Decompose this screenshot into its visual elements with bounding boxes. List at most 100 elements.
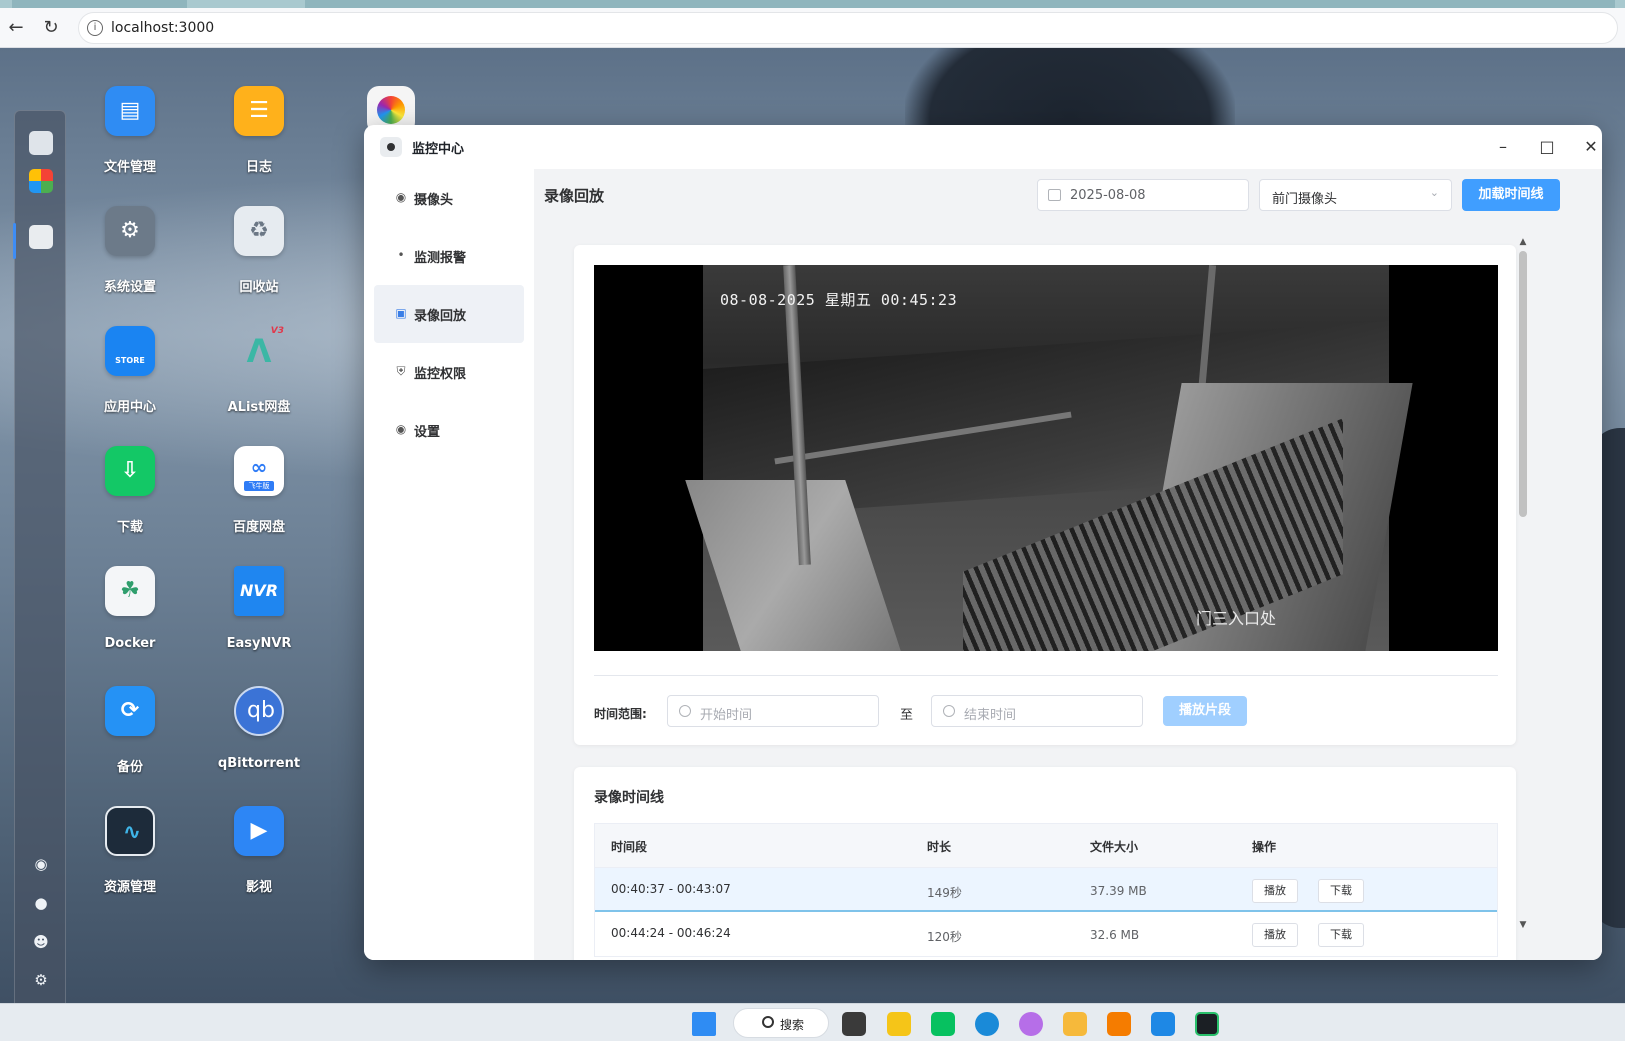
vscode-icon[interactable] — [1151, 1012, 1175, 1036]
nav-item-alarm[interactable]: • 监测报警 — [374, 227, 524, 285]
header-size: 文件大小 — [1090, 840, 1139, 854]
table-row[interactable]: 00:40:37 - 00:43:07 149秒 37.39 MB 播放 下载 — [595, 868, 1497, 912]
file-explorer-icon[interactable] — [1063, 1012, 1087, 1036]
app-label: qBittorrent — [217, 756, 301, 771]
desktop-app-docker[interactable]: ☘ Docker — [75, 566, 185, 676]
desktop-app-backup[interactable]: ⟳ 备份 — [75, 686, 185, 796]
desktop-app-easynvr[interactable]: NVR EasyNVR — [204, 566, 314, 676]
surveillance-window: 监控中心 – □ ✕ ◉ 摄像头 • 监测报警 ▣ 录像回放 ⛨ 监控权限 ◉ … — [364, 125, 1602, 960]
app-icon[interactable] — [1019, 1012, 1043, 1036]
desktop-app-resource-manager[interactable]: ∿ 资源管理 — [75, 806, 185, 916]
app-label: 系统设置 — [103, 280, 156, 295]
download-button[interactable]: 下载 — [1318, 923, 1364, 947]
chevron-down-icon: ⌄ — [1429, 186, 1439, 199]
task-view-icon[interactable] — [842, 1012, 866, 1036]
start-time-input[interactable]: 开始时间 — [667, 695, 879, 727]
desktop-app-qbittorrent[interactable]: qb qBittorrent — [204, 686, 314, 796]
user-icon[interactable]: ☻ — [32, 933, 50, 951]
end-time-placeholder: 结束时间 — [964, 708, 1017, 723]
load-timeline-button[interactable]: 加载时间线 — [1462, 179, 1560, 211]
desktop-app-file-manager[interactable]: ▤ 文件管理 — [75, 86, 185, 196]
download-icon: ⇩ — [105, 446, 155, 496]
nav-label: 录像回放 — [414, 309, 467, 324]
divider — [594, 675, 1498, 676]
row-size: 37.39 MB — [1090, 884, 1147, 898]
taskbar-search-label: 搜索 — [780, 1018, 805, 1032]
dock-active-indicator — [13, 223, 16, 259]
reload-icon[interactable]: ↻ — [40, 17, 62, 39]
site-info-icon[interactable]: i — [87, 20, 103, 36]
window-titlebar[interactable]: 监控中心 – □ ✕ — [364, 125, 1602, 169]
gear-icon[interactable]: ⚙ — [32, 971, 50, 989]
browser-tab[interactable] — [12, 0, 187, 8]
folder-icon: ▤ — [105, 86, 155, 136]
windows-start-icon[interactable] — [692, 1012, 716, 1036]
app-label: EasyNVR — [226, 636, 292, 651]
content-scrollbar[interactable]: ▲ ▼ — [1518, 237, 1528, 930]
camera-select[interactable]: 前门摄像头 ⌄ — [1259, 179, 1452, 211]
play-segment-button[interactable]: 播放片段 — [1163, 696, 1247, 726]
back-arrow-icon[interactable]: ← — [5, 17, 27, 39]
close-icon[interactable]: ✕ — [1578, 135, 1602, 159]
network-icon[interactable]: ◉ — [32, 855, 50, 873]
video-card: 08-08-2025 星期五 00:45:23 门三入口处 时间范围: 开始时间… — [574, 245, 1516, 745]
end-time-input[interactable]: 结束时间 — [931, 695, 1143, 727]
desktop-app-store[interactable]: STORE 应用中心 — [75, 326, 185, 436]
start-time-placeholder: 开始时间 — [700, 708, 753, 723]
store-icon: STORE — [105, 326, 155, 376]
desktop-app-video[interactable]: ▶ 影视 — [204, 806, 314, 916]
desktop-app-download[interactable]: ⇩ 下载 — [75, 446, 185, 556]
desktop-app-baidu-netdisk[interactable]: ∞ 飞牛版 百度网盘 — [204, 446, 314, 556]
nav-label: 监测报警 — [414, 251, 467, 266]
app-grid-icon[interactable] — [29, 169, 53, 193]
desktop-app-system-settings[interactable]: ⚙ 系统设置 — [75, 206, 185, 316]
nav-item-playback[interactable]: ▣ 录像回放 — [374, 285, 524, 343]
window-title: 监控中心 — [412, 142, 465, 157]
desktop-app-recycle-bin[interactable]: ♻ 回收站 — [204, 206, 314, 316]
date-picker[interactable]: 2025-08-08 — [1037, 179, 1249, 211]
address-bar[interactable]: i localhost:3000 — [78, 12, 1618, 44]
scrollbar-thumb[interactable] — [1519, 251, 1527, 517]
surveillance-app-icon[interactable] — [29, 225, 53, 249]
camera-frame — [685, 265, 1413, 651]
wechat-icon[interactable] — [931, 1012, 955, 1036]
baidu-badge: 飞牛版 — [244, 481, 274, 491]
play-button[interactable]: 播放 — [1252, 879, 1298, 903]
bell-icon[interactable]: ● — [32, 894, 50, 912]
video-player[interactable]: 08-08-2025 星期五 00:45:23 门三入口处 — [594, 265, 1498, 651]
nav-item-permission[interactable]: ⛨ 监控权限 — [374, 343, 524, 401]
scroll-down-arrow-icon[interactable]: ▼ — [1518, 920, 1528, 930]
maximize-icon[interactable]: □ — [1534, 135, 1560, 159]
url-text: localhost:3000 — [111, 20, 215, 36]
desktop-app-alist[interactable]: Λ V3 AList网盘 — [204, 326, 314, 436]
terminal-icon[interactable] — [1195, 1012, 1219, 1036]
backup-icon: ⟳ — [105, 686, 155, 736]
minimize-icon[interactable]: – — [1490, 135, 1516, 159]
timeline-table: 时间段 时长 文件大小 操作 00:40:37 - 00:43:07 149秒 … — [594, 823, 1498, 957]
desktop-app-log[interactable]: ☰ 日志 — [204, 86, 314, 196]
table-row[interactable]: 00:44:24 - 00:46:24 120秒 32.6 MB 播放 下载 — [595, 912, 1497, 956]
app-label: 备份 — [116, 760, 143, 775]
play-button[interactable]: 播放 — [1252, 923, 1298, 947]
easynvr-text: NVR — [239, 581, 279, 600]
taskbar-search[interactable]: 搜索 — [733, 1008, 829, 1038]
playback-content: 录像回放 2025-08-08 前门摄像头 ⌄ 加载时间线 08-08-2025… — [534, 169, 1602, 960]
edge-browser-icon[interactable] — [975, 1012, 999, 1036]
app-label: 下载 — [116, 520, 143, 535]
app-icon[interactable] — [1107, 1012, 1131, 1036]
nav-item-camera[interactable]: ◉ 摄像头 — [374, 169, 524, 227]
search-icon — [762, 1016, 774, 1028]
left-dock: ◉ ● ☻ ⚙ — [13, 110, 66, 1003]
page-title: 录像回放 — [544, 187, 605, 205]
timeline-title: 录像时间线 — [594, 790, 664, 806]
row-period: 00:40:37 - 00:43:07 — [611, 882, 731, 896]
row-size: 32.6 MB — [1090, 928, 1140, 942]
app-icon[interactable] — [887, 1012, 911, 1036]
shield-icon: ⛨ — [396, 364, 406, 378]
monitor-icon[interactable] — [29, 131, 53, 155]
time-range-label: 时间范围: — [594, 707, 647, 721]
scroll-up-arrow-icon[interactable]: ▲ — [1518, 237, 1528, 247]
browser-tab-row — [305, 0, 1615, 8]
download-button[interactable]: 下载 — [1318, 879, 1364, 903]
nav-item-settings[interactable]: ◉ 设置 — [374, 401, 524, 459]
